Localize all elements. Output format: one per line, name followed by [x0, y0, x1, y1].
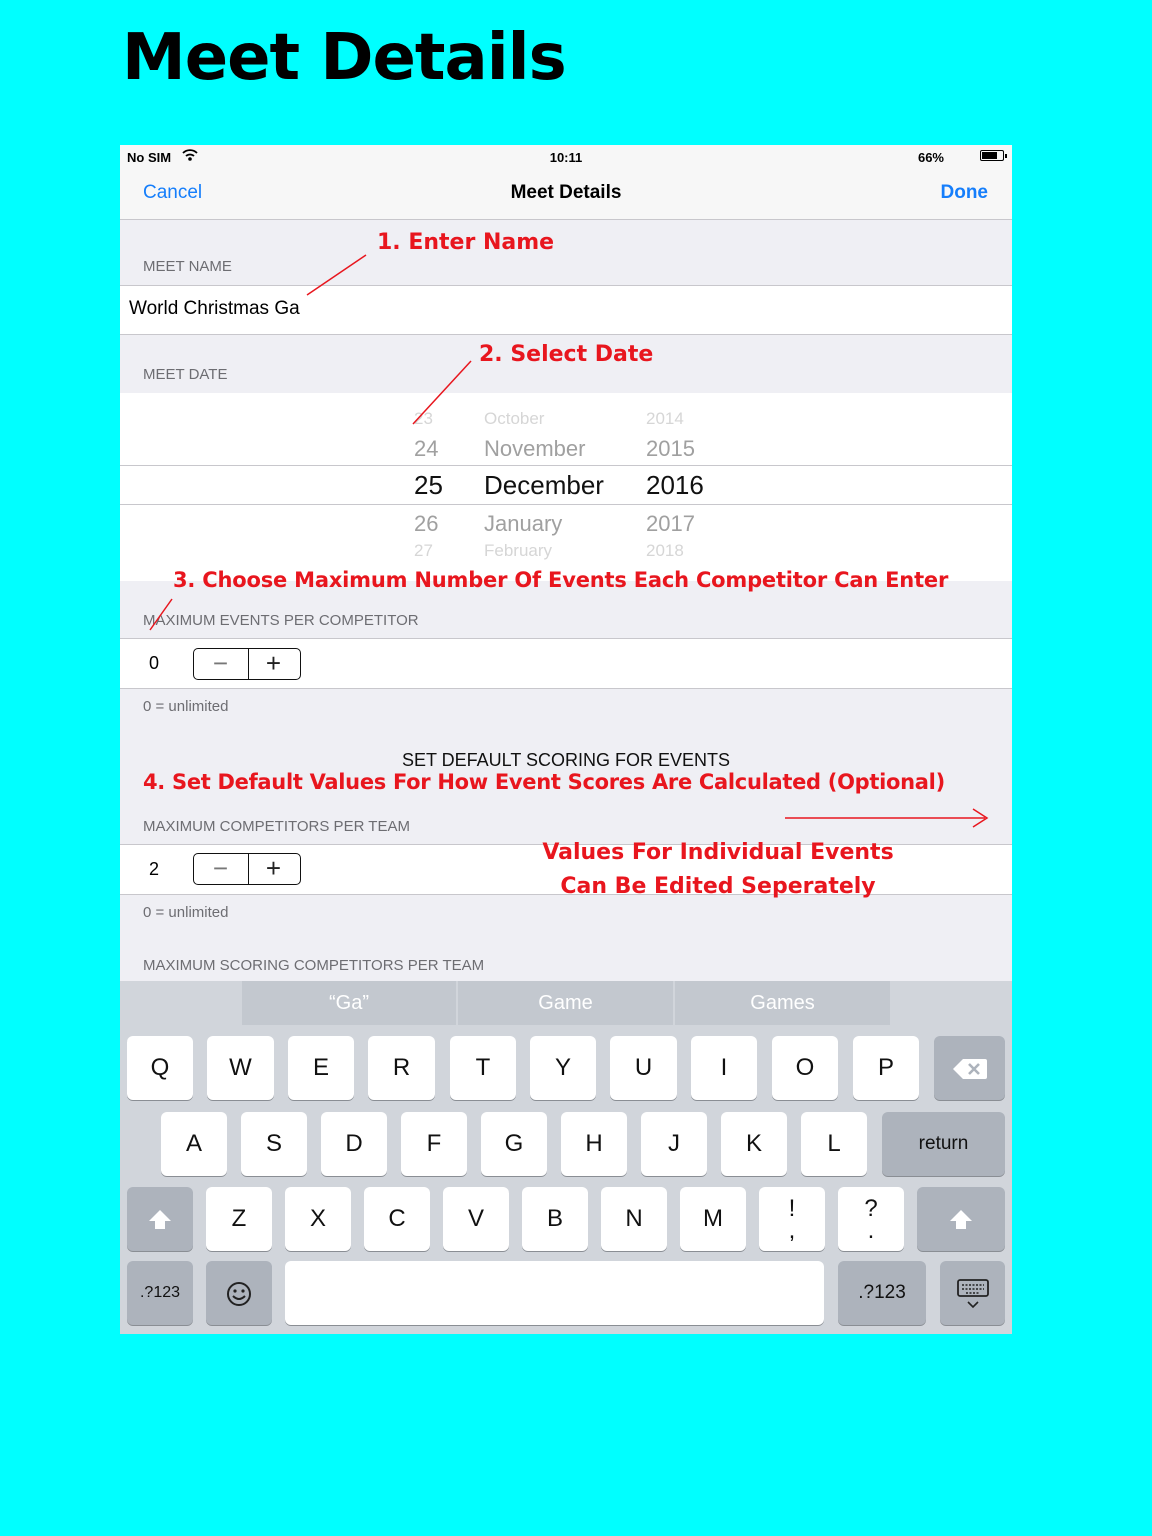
- space-key[interactable]: [285, 1261, 824, 1325]
- meet-name-input[interactable]: World Christmas Ga: [129, 298, 300, 320]
- increment-button[interactable]: +: [247, 649, 300, 679]
- annotation-enter-name: 1. Enter Name: [377, 230, 555, 255]
- key-r[interactable]: R: [368, 1036, 435, 1100]
- suggestion-2[interactable]: Game: [458, 981, 673, 1025]
- max-competitors-header: MAXIMUM COMPETITORS PER TEAM: [143, 818, 410, 835]
- numbers-key-left[interactable]: .?123: [127, 1261, 193, 1325]
- nav-bar: Cancel Meet Details Done: [120, 169, 1012, 220]
- status-bar: No SIM 10:11 66%: [120, 145, 1012, 169]
- max-competitors-value: 2: [149, 859, 160, 879]
- ipad-screen: No SIM 10:11 66% Cancel Meet Details Don…: [120, 145, 1012, 1334]
- meet-name-header: MEET NAME: [143, 258, 232, 275]
- key-l[interactable]: L: [801, 1112, 867, 1176]
- key-j[interactable]: J: [641, 1112, 707, 1176]
- keyboard-dismiss-icon: [956, 1278, 990, 1308]
- key-k[interactable]: K: [721, 1112, 787, 1176]
- keyboard-dismiss-key[interactable]: [940, 1261, 1005, 1325]
- emoji-icon: [226, 1279, 252, 1306]
- key-v[interactable]: V: [443, 1187, 509, 1251]
- max-scoring-header: MAXIMUM SCORING COMPETITORS PER TEAM: [143, 957, 485, 974]
- return-key[interactable]: return: [882, 1112, 1005, 1176]
- max-competitors-footer: 0 = unlimited: [143, 904, 229, 921]
- key-z[interactable]: Z: [206, 1187, 272, 1251]
- decrement-button[interactable]: −: [194, 854, 247, 884]
- done-button[interactable]: Done: [941, 182, 989, 204]
- numbers-key-right[interactable]: .?123: [838, 1261, 926, 1325]
- key-y[interactable]: Y: [530, 1036, 596, 1100]
- key-c[interactable]: C: [364, 1187, 430, 1251]
- key-e[interactable]: E: [288, 1036, 354, 1100]
- max-events-footer: 0 = unlimited: [143, 698, 229, 715]
- key-f[interactable]: F: [401, 1112, 467, 1176]
- annotation-select-date: 2. Select Date: [479, 342, 654, 367]
- decrement-button[interactable]: −: [194, 649, 247, 679]
- max-events-stepper[interactable]: − +: [193, 648, 301, 680]
- suggestion-1[interactable]: “Ga”: [242, 981, 456, 1025]
- increment-button[interactable]: +: [247, 854, 300, 884]
- key-n[interactable]: N: [601, 1187, 667, 1251]
- backspace-icon: [952, 1054, 988, 1081]
- key-g[interactable]: G: [481, 1112, 547, 1176]
- annotation-individual-events: Values For Individual Events Can Be Edit…: [542, 840, 894, 899]
- backspace-key[interactable]: [934, 1036, 1005, 1100]
- battery-percent: 66%: [917, 150, 944, 165]
- key-question-period[interactable]: ?.: [838, 1187, 904, 1251]
- max-competitors-stepper[interactable]: − +: [193, 853, 301, 885]
- key-b[interactable]: B: [522, 1187, 588, 1251]
- battery-icon: [980, 150, 1007, 161]
- max-events-header: MAXIMUM EVENTS PER COMPETITOR: [143, 612, 419, 629]
- nav-title: Meet Details: [510, 182, 622, 203]
- key-w[interactable]: W: [207, 1036, 274, 1100]
- key-p[interactable]: P: [853, 1036, 919, 1100]
- key-u[interactable]: U: [610, 1036, 677, 1100]
- key-i[interactable]: I: [691, 1036, 757, 1100]
- key-h[interactable]: H: [561, 1112, 627, 1176]
- scoring-title: SET DEFAULT SCORING FOR EVENTS: [401, 750, 731, 770]
- max-events-cell: 0 − +: [120, 638, 1012, 689]
- key-o[interactable]: O: [772, 1036, 838, 1100]
- hero-title: Meet Details: [122, 21, 567, 95]
- shift-icon: [948, 1205, 974, 1232]
- key-exclamation-comma[interactable]: !,: [759, 1187, 825, 1251]
- max-events-value: 0: [149, 653, 160, 673]
- emoji-key[interactable]: [206, 1261, 272, 1325]
- suggestion-3[interactable]: Games: [675, 981, 890, 1025]
- meet-date-header: MEET DATE: [143, 366, 228, 383]
- shift-key-left[interactable]: [127, 1187, 193, 1251]
- shift-icon: [147, 1205, 173, 1232]
- status-time: 10:11: [549, 150, 583, 165]
- key-m[interactable]: M: [680, 1187, 746, 1251]
- key-t[interactable]: T: [450, 1036, 516, 1100]
- key-x[interactable]: X: [285, 1187, 351, 1251]
- annotation-max-events: 3. Choose Maximum Number Of Events Each …: [173, 568, 949, 592]
- keyboard: “Ga” Game Games Q W E R T Y U I O P A S …: [120, 981, 1012, 1334]
- annotation-default-values: 4. Set Default Values For How Event Scor…: [143, 770, 945, 794]
- meet-name-cell[interactable]: World Christmas Ga: [120, 285, 1012, 335]
- key-s[interactable]: S: [241, 1112, 307, 1176]
- key-q[interactable]: Q: [127, 1036, 193, 1100]
- shift-key-right[interactable]: [917, 1187, 1005, 1251]
- key-d[interactable]: D: [321, 1112, 387, 1176]
- prediction-bar: “Ga” Game Games: [120, 981, 1012, 1027]
- key-a[interactable]: A: [161, 1112, 227, 1176]
- date-picker[interactable]: 23 October 2014 24 November 2015 25 December 2…: [120, 393, 1012, 581]
